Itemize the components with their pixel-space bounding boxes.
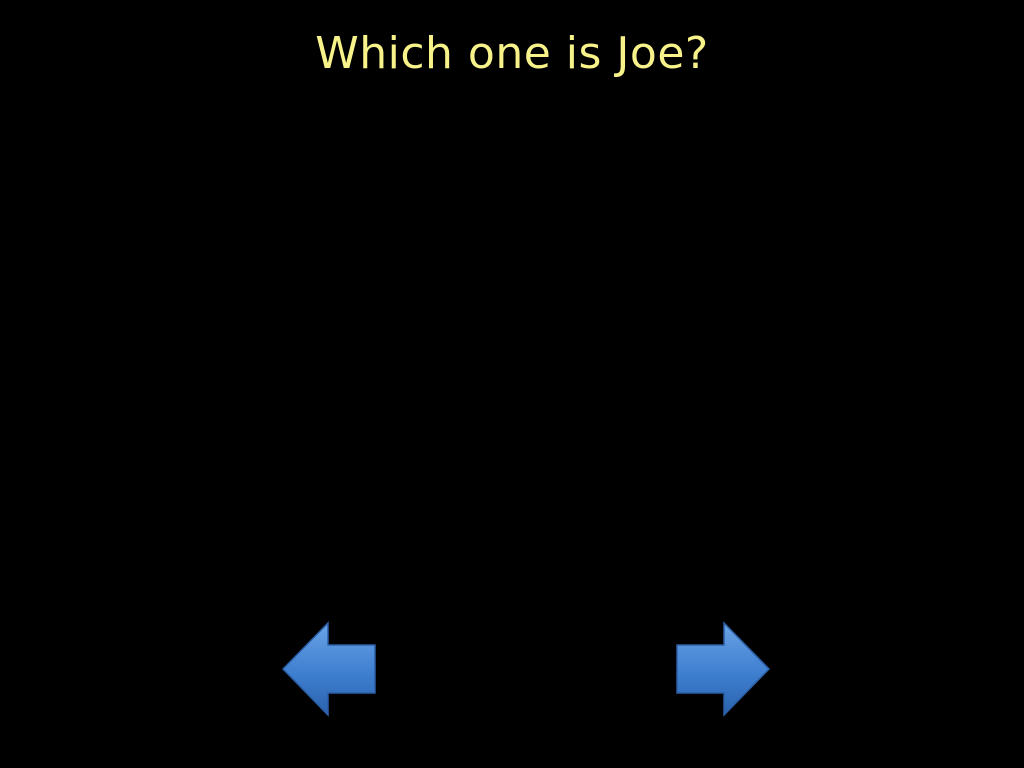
next-button[interactable]	[675, 620, 771, 718]
slide: Which one is Joe?	[0, 0, 1024, 768]
left-arrow-icon	[281, 621, 376, 717]
right-arrow-icon	[676, 621, 771, 717]
slide-title: Which one is Joe?	[315, 28, 709, 79]
previous-button[interactable]	[281, 620, 377, 718]
